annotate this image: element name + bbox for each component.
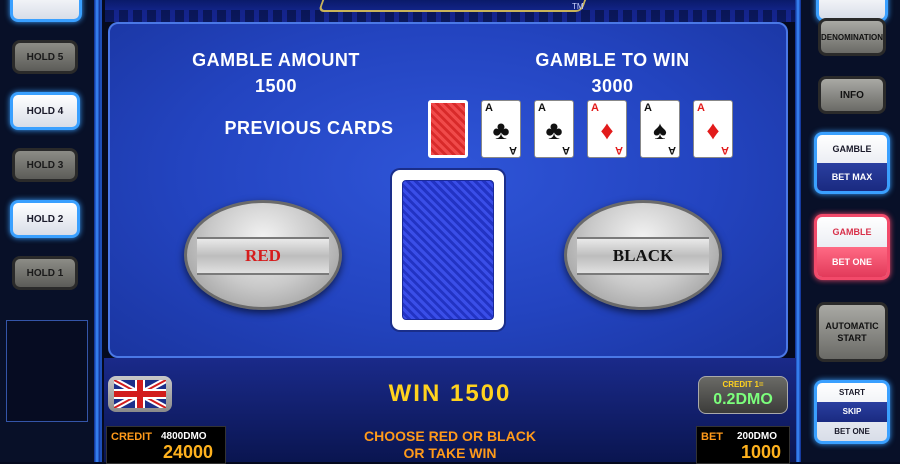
hold-1-label: HOLD 1 <box>26 267 64 279</box>
diamond-icon: ♦ <box>600 115 614 145</box>
bet-sub: 200DMO <box>737 431 778 442</box>
credit-label: CREDIT <box>111 431 152 443</box>
gamble-bet-one-button[interactable]: GAMBLE BET ONE <box>814 214 890 280</box>
start-label-2: START <box>838 388 866 398</box>
instruction-message: CHOOSE RED OR BLACK OR TAKE WIN <box>320 428 580 462</box>
previous-card-ace-diamonds: A ♦ A <box>587 100 627 158</box>
start-label: START <box>837 333 867 343</box>
hold-3-button[interactable]: HOLD 3 <box>12 148 78 182</box>
spade-icon: ♠ <box>653 115 667 145</box>
win-value: 1500 <box>449 380 512 407</box>
credit-value: 24000 <box>163 442 214 462</box>
win-label: WIN <box>388 380 442 407</box>
hold-5-label: HOLD 5 <box>26 51 64 63</box>
automatic-label: AUTOMATIC <box>825 321 879 331</box>
start-skip-bet-one-button[interactable]: START SKIP BET ONE <box>814 380 890 444</box>
uk-flag-icon <box>114 380 166 408</box>
club-icon: ♣ <box>492 115 510 145</box>
hold-3-label: HOLD 3 <box>26 159 64 171</box>
bet-one-label-2: BET ONE <box>834 426 870 436</box>
gamble-label: GAMBLE <box>832 144 872 154</box>
previous-card-ace-clubs: A ♣ A <box>481 100 521 158</box>
info-label: INFO <box>840 89 864 101</box>
gamble-amount-value: 1500 <box>254 76 298 96</box>
bet-value: 1000 <box>741 442 782 462</box>
credit-value-box: CREDIT 1= 0.2DMO <box>698 376 788 414</box>
instruction-line-1: CHOOSE RED OR BLACK <box>364 428 536 444</box>
previous-card-ace-spades: A ♠ A <box>640 100 680 158</box>
neon-border-left <box>94 0 100 462</box>
diamond-icon: ♦ <box>706 115 720 145</box>
black-button-label: BLACK <box>612 246 674 265</box>
previous-cards-label: PREVIOUS CARDS <box>224 118 394 138</box>
gamble-amount-label: GAMBLE AMOUNT <box>192 50 360 70</box>
top-left-button[interactable] <box>10 0 82 22</box>
info-button[interactable]: INFO <box>818 76 886 114</box>
credit-value-amount: 0.2DMO <box>713 391 773 408</box>
gamble-to-win-label: GAMBLE TO WIN <box>535 50 690 70</box>
skip-label: SKIP <box>817 402 887 422</box>
hold-2-button[interactable]: HOLD 2 <box>10 200 80 238</box>
instruction-line-2: OR TAKE WIN <box>403 445 497 461</box>
red-button-label: RED <box>245 246 281 265</box>
bet-display: BET 200DMO 1000 <box>696 426 790 464</box>
previous-card-back <box>428 100 468 158</box>
previous-card-ace-diamonds-2: A ♦ A <box>693 100 733 158</box>
bet-one-label: BET ONE <box>817 247 887 277</box>
hold-5-button[interactable]: HOLD 5 <box>12 40 78 74</box>
credit-display: CREDIT 4800DMO 24000 <box>106 426 226 464</box>
gamble-bet-max-button[interactable]: GAMBLE BET MAX <box>814 132 890 194</box>
trademark-label: TM <box>572 2 584 11</box>
gamble-label-2: GAMBLE <box>832 227 872 237</box>
left-display-screen <box>6 320 88 422</box>
bet-label: BET <box>701 431 723 443</box>
hold-4-button[interactable]: HOLD 4 <box>10 92 80 130</box>
language-button[interactable] <box>108 376 172 412</box>
credit-sub: 4800DMO <box>161 431 207 442</box>
logo-edge <box>317 0 587 12</box>
hold-1-button[interactable]: HOLD 1 <box>12 256 78 290</box>
black-button[interactable]: BLACK <box>564 200 722 310</box>
previous-card-ace-clubs-2: A ♣ A <box>534 100 574 158</box>
denomination-button[interactable]: DENOMINATION <box>818 18 886 56</box>
bet-max-label: BET MAX <box>817 163 887 191</box>
gamble-to-win-value: 3000 <box>591 76 634 96</box>
hold-4-label: HOLD 4 <box>26 105 64 117</box>
denomination-label: DENOMINATION <box>820 32 884 42</box>
hold-2-label: HOLD 2 <box>26 213 64 225</box>
win-display: WIN 1500 <box>340 380 560 408</box>
red-button[interactable]: RED <box>184 200 342 310</box>
club-icon: ♣ <box>545 115 563 145</box>
credit-value-caption: CREDIT 1= <box>722 380 764 389</box>
gamble-card-face-down <box>392 170 504 330</box>
automatic-start-button[interactable]: AUTOMATIC START <box>816 302 888 362</box>
